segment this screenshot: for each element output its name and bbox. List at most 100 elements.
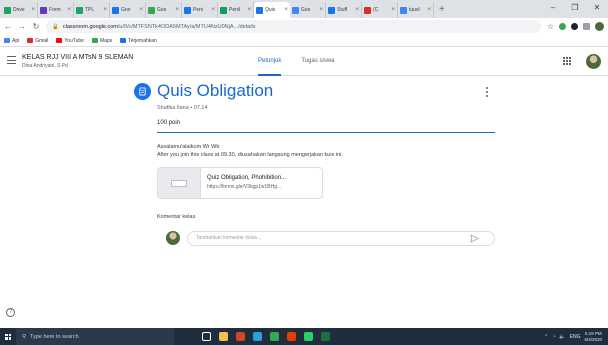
extension-green-icon[interactable] [559, 23, 566, 30]
taskbar-search-label: Type here to search [30, 333, 79, 340]
assignment-meta: Shafika Ilana • 07.14 [157, 105, 208, 111]
browser-tab[interactable]: Goo × [290, 2, 326, 18]
tab-close-icon[interactable]: × [139, 7, 143, 13]
language-indicator[interactable]: ENG [570, 334, 581, 340]
tray-chevron-icon[interactable]: ⌃ [544, 334, 548, 340]
minimize-icon[interactable]: – [542, 0, 564, 18]
comment-avatar [166, 231, 180, 245]
assignment-points: 100 poin [157, 120, 181, 126]
browser-tab[interactable]: Goo × [110, 2, 146, 18]
tab-close-icon[interactable]: × [391, 7, 395, 13]
classroom-tab[interactable]: Tugas siswa [301, 48, 334, 76]
bookmark-item[interactable]: YouTube [56, 38, 84, 44]
bookmark-label: Gmail [35, 37, 49, 44]
back-icon[interactable]: ← [4, 22, 12, 31]
tab-favicon-icon [148, 6, 155, 14]
clock[interactable]: 5:19 PM 6/4/2020 [584, 331, 602, 343]
tab-favicon-icon [400, 6, 407, 14]
more-options-icon[interactable] [486, 87, 489, 97]
clock-date: 6/4/2020 [584, 336, 602, 342]
assignment-instructions: After you join this class at 09.30, dius… [157, 152, 343, 158]
assignment-title: Quis Obligation [157, 81, 274, 100]
teacher-name: Dina Andriyani, S.Pd [22, 63, 68, 69]
extension-puzzle-icon[interactable] [583, 23, 590, 30]
tab-close-icon[interactable]: × [211, 7, 215, 13]
tab-label: TPL [85, 7, 95, 13]
windows-start-icon[interactable] [0, 328, 16, 345]
tab-label: (C [373, 7, 379, 13]
browser-tab[interactable]: Peni × [182, 2, 218, 18]
apps-grid-icon[interactable] [563, 57, 571, 65]
comment-input[interactable]: Tambahkan komentar kelas... [187, 231, 495, 246]
assignment-greeting: Assalamu'alaikum Wr Wb [157, 144, 220, 150]
help-icon[interactable]: ? [6, 308, 15, 317]
chrome-icon[interactable] [270, 332, 279, 341]
bookmark-icon [91, 38, 98, 43]
browser-tab[interactable]: tuusl × [398, 2, 434, 18]
browser-tab[interactable]: Quis × [254, 2, 290, 18]
bookmark-item[interactable]: Terjemahkan [120, 38, 157, 44]
url-path: /u/0/c/MTFSNTk4ODA5MTAy/a/MTU4NzU0NjA...… [117, 23, 256, 30]
edge-icon[interactable] [253, 332, 262, 341]
profile-avatar-icon[interactable] [595, 22, 604, 31]
form-attachment-card[interactable]: Quiz Obligation, Phohibition... https://… [157, 167, 323, 199]
tab-favicon-icon [220, 6, 227, 14]
tab-favicon-icon [256, 6, 263, 14]
reload-icon[interactable]: ↻ [32, 22, 40, 31]
star-icon[interactable]: ☆ [547, 23, 554, 31]
task-view-icon[interactable] [202, 332, 211, 341]
tab-close-icon[interactable]: × [284, 7, 288, 13]
tab-close-icon[interactable]: × [355, 7, 359, 13]
assignment-icon [134, 83, 151, 100]
bookmark-item[interactable]: Maps [91, 37, 113, 44]
bookmark-label: Terjemahkan [128, 37, 157, 44]
browser-tab[interactable]: Form × [38, 2, 74, 18]
tab-label: Drive [13, 7, 25, 13]
menu-icon[interactable] [7, 56, 16, 64]
class-name[interactable]: KELAS RJJ VIII A MTsN 9 SLEMAN [22, 54, 133, 61]
browser-tab[interactable]: Penil × [218, 2, 254, 18]
whatsapp-icon[interactable] [304, 332, 313, 341]
browser-tab[interactable]: TPL × [74, 2, 110, 18]
new-tab-button[interactable]: + [434, 2, 450, 18]
send-icon[interactable] [470, 234, 479, 243]
powerpoint-icon[interactable] [236, 332, 245, 341]
browser-tab[interactable]: Goo × [146, 2, 182, 18]
excel-icon[interactable] [321, 332, 330, 341]
office-icon[interactable] [287, 332, 296, 341]
tab-favicon-icon [292, 6, 299, 14]
tab-close-icon[interactable]: × [175, 7, 179, 13]
volume-icon[interactable]: 🔈 [559, 334, 565, 340]
bookmark-icon [120, 38, 127, 43]
close-window-icon[interactable]: ✕ [586, 0, 608, 18]
tab-close-icon[interactable]: × [67, 7, 71, 13]
url-field[interactable]: 🔒 classroom.google.com/u/0/c/MTFSNTk4ODA… [46, 20, 541, 33]
tab-favicon-icon [364, 6, 371, 14]
tab-close-icon[interactable]: × [247, 7, 251, 13]
tab-close-icon[interactable]: × [319, 7, 323, 13]
taskbar-search[interactable]: ⚲ Type here to search [16, 328, 174, 345]
clock-time: 5:19 PM [584, 330, 602, 336]
url-host: classroom.google.com [62, 23, 118, 30]
maximize-icon[interactable]: ❐ [564, 0, 586, 18]
bookmark-item[interactable]: Gmail [27, 38, 48, 44]
network-icon[interactable]: ◔ [552, 334, 555, 340]
classroom-tab[interactable]: Petunjuk [258, 48, 282, 76]
tab-close-icon[interactable]: × [427, 7, 431, 13]
bookmark-item[interactable]: Apl [4, 38, 19, 44]
account-avatar[interactable] [586, 54, 601, 69]
bookmark-icon [4, 38, 10, 43]
bookmark-label: Apl [12, 37, 20, 44]
extension-dark-icon[interactable] [571, 23, 578, 30]
tab-favicon-icon [328, 6, 335, 14]
window-controls: – ❐ ✕ [542, 0, 608, 18]
forward-icon[interactable]: → [18, 22, 26, 31]
classroom-tabs: Petunjuk Tugas siswa [258, 48, 334, 76]
browser-tab[interactable]: (C × [362, 2, 398, 18]
browser-tab[interactable]: Stuff × [326, 2, 362, 18]
tab-close-icon[interactable]: × [103, 7, 107, 13]
tab-close-icon[interactable]: × [31, 7, 35, 13]
bookmark-label: Maps [99, 37, 113, 44]
file-explorer-icon[interactable] [219, 332, 228, 341]
browser-tab[interactable]: Drive × [2, 2, 38, 18]
